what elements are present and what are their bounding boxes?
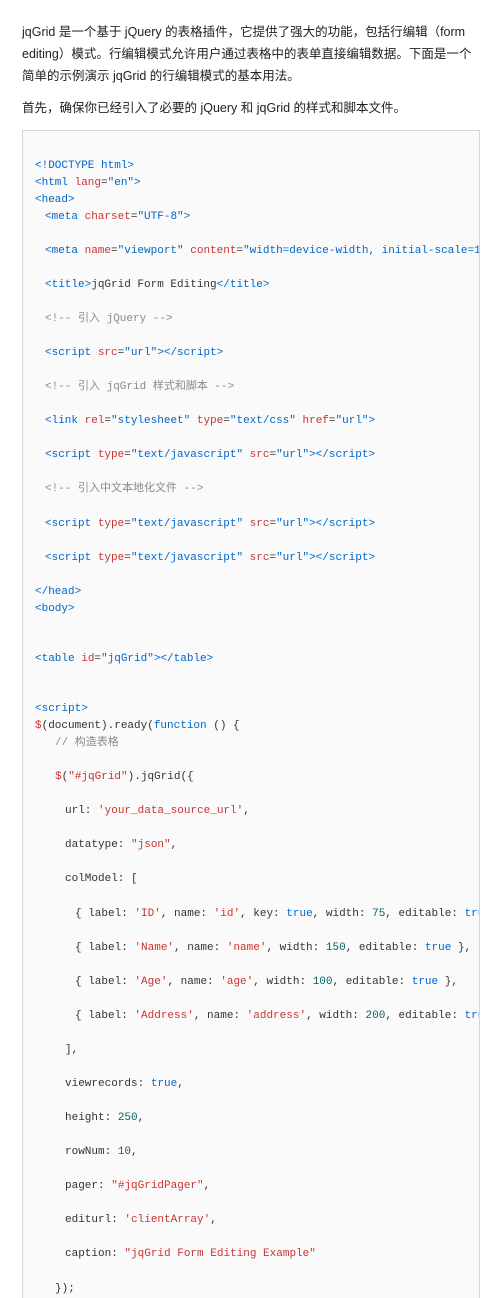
code-line: editurl: 'clientArray', [35, 1212, 467, 1229]
code-line: <script type="text/javascript" src="url"… [35, 550, 467, 567]
code-line: { label: 'Address', name: 'address', wid… [35, 1008, 467, 1025]
code-line: <link rel="stylesheet" type="text/css" h… [35, 413, 467, 430]
code-line: pager: "#jqGridPager", [35, 1178, 467, 1195]
code-line: height: 250, [35, 1110, 467, 1127]
intro-paragraph-2: 首先，确保你已经引入了必要的 jQuery 和 jqGrid 的样式和脚本文件。 [22, 98, 480, 120]
code-line: <!-- 引入中文本地化文件 --> [35, 481, 467, 498]
code-line: $(document).ready(function () { [35, 720, 240, 732]
code-line: <table id="jqGrid"></table> [35, 653, 213, 665]
code-line: <!-- 引入 jQuery --> [35, 311, 467, 328]
code-line: <script type="text/javascript" src="url"… [35, 516, 467, 533]
code-block: <!DOCTYPE html> <html lang="en"> <head> … [22, 130, 480, 1298]
code-line: </head> [35, 586, 81, 598]
code-line: <body> [35, 603, 75, 615]
code-line: <!-- 引入 jqGrid 样式和脚本 --> [35, 379, 467, 396]
code-line: $("#jqGrid").jqGrid({ [35, 769, 467, 786]
code-line: <script> [35, 703, 88, 715]
code-line: { label: 'Age', name: 'age', width: 100,… [35, 974, 467, 991]
code-line: <script src="url"></script> [35, 345, 467, 362]
code-line: <html lang="en"> [35, 177, 141, 189]
code-line: // 构造表格 [35, 735, 467, 752]
code-line: { label: 'Name', name: 'name', width: 15… [35, 940, 467, 957]
intro-paragraph-1: jqGrid 是一个基于 jQuery 的表格插件，它提供了强大的功能，包括行编… [22, 22, 480, 88]
code-line: url: 'your_data_source_url', [35, 803, 467, 820]
code-line: viewrecords: true, [35, 1076, 467, 1093]
code-line: datatype: "json", [35, 837, 467, 854]
code-line: rowNum: 10, [35, 1144, 467, 1161]
code-line: colModel: [ [35, 871, 467, 888]
code-line: <script type="text/javascript" src="url"… [35, 447, 467, 464]
code-line: ], [35, 1042, 467, 1059]
code-line: caption: "jqGrid Form Editing Example" [35, 1246, 467, 1263]
code-line: <!DOCTYPE html> [35, 160, 134, 172]
code-line: <meta charset="UTF-8"> [35, 209, 467, 226]
code-line: <head> [35, 194, 75, 206]
code-line: <meta name="viewport" content="width=dev… [35, 243, 467, 260]
code-line: <title>jqGrid Form Editing</title> [35, 277, 467, 294]
code-line: }); [35, 1281, 467, 1298]
code-line: { label: 'ID', name: 'id', key: true, wi… [35, 906, 467, 923]
